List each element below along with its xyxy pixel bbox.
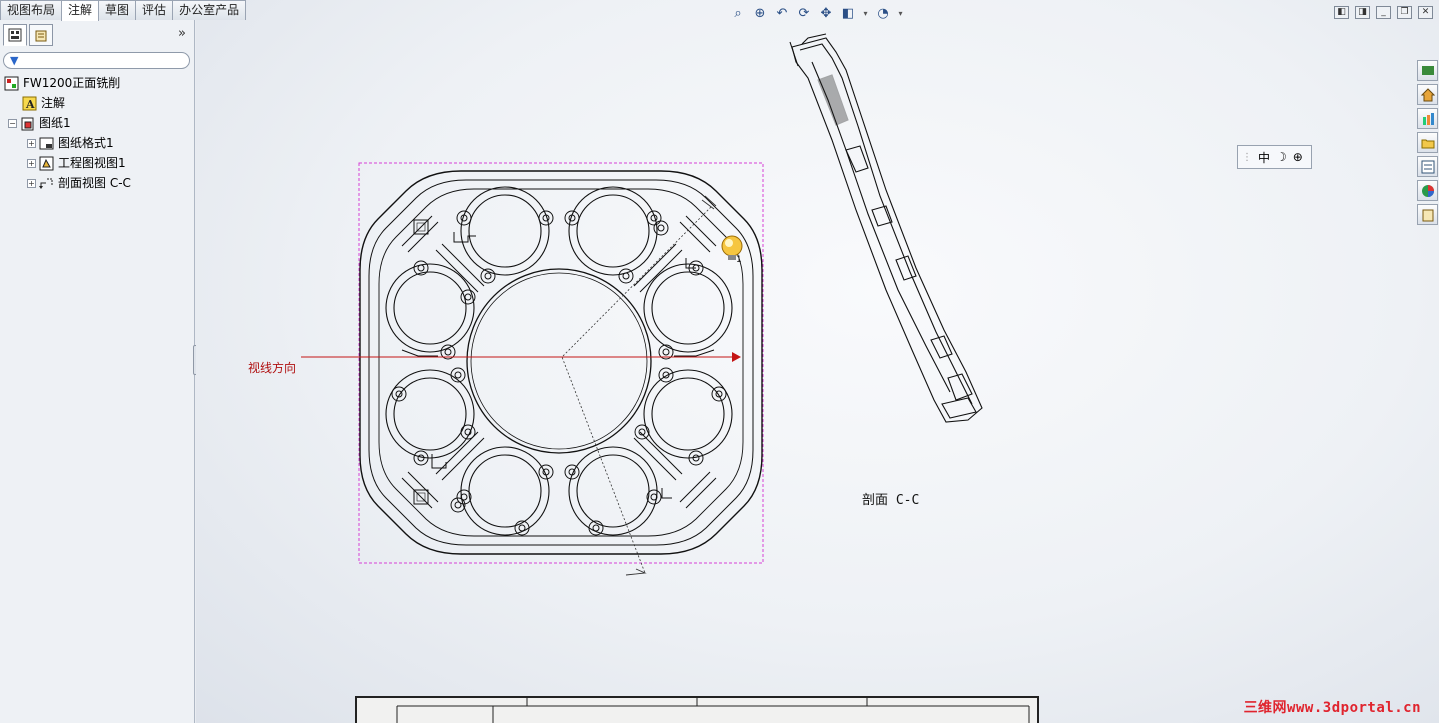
panel-tabs: »: [0, 20, 194, 50]
tree-root[interactable]: FW1200正面铣削: [0, 73, 194, 93]
feature-manager-tab[interactable]: [3, 24, 27, 46]
tab-annotation[interactable]: 注解: [61, 0, 100, 21]
tree-item-annotations[interactable]: A 注解: [0, 93, 194, 113]
expand-icon[interactable]: +: [27, 158, 36, 168]
expand-icon[interactable]: +: [27, 138, 36, 148]
sheet-format-icon: [39, 136, 54, 151]
command-manager-tabs: 视图布局 注解 草图 评估 办公室产品: [0, 0, 247, 21]
collapse-icon[interactable]: −: [8, 118, 17, 128]
tree-item-drawing-view[interactable]: + 工程图视图1: [0, 153, 194, 173]
tree-item-label: 工程图视图1: [58, 156, 126, 170]
view-direction-arrow[interactable]: [301, 352, 741, 362]
tree-item-section-view[interactable]: + 剖面视图 C-C: [0, 173, 194, 193]
title-block-lines: [396, 698, 1030, 723]
tree-item-label: 剖面视图 C-C: [58, 176, 131, 190]
tab-view-layout[interactable]: 视图布局: [0, 0, 63, 20]
lightbulb-icon[interactable]: 1: [721, 235, 743, 265]
view-direction-label: 视线方向: [248, 361, 297, 375]
tree-item-label: 图纸格式1: [58, 136, 114, 150]
tree-item-sheet-format[interactable]: + 图纸格式1: [0, 133, 194, 153]
property-manager-tab[interactable]: [29, 24, 53, 46]
section-view-c-c[interactable]: [789, 33, 983, 423]
tree-item-label: 图纸1: [39, 116, 71, 130]
title-block: [355, 696, 1039, 723]
annotation-icon: A: [22, 96, 37, 111]
tab-office-products[interactable]: 办公室产品: [172, 0, 247, 20]
section-view-icon: [39, 176, 54, 191]
front-view[interactable]: [359, 170, 763, 555]
drawing-document-icon: [4, 76, 19, 91]
tab-sketch[interactable]: 草图: [98, 0, 137, 20]
filter-icon: ▼: [10, 54, 19, 67]
feature-manager-panel: » ▼ FW1200正面铣削 A 注解 − 图纸1 + 图纸格式1 + 工程图视…: [0, 20, 195, 723]
watermark-text: 三维网www.3dportal.cn: [1243, 700, 1421, 716]
section-arrow-heads: [625, 195, 717, 576]
svg-text:A: A: [25, 98, 35, 111]
drawing-canvas[interactable]: ⌕ ⊕ ↶ ⟳ ✥ ◧ ▾ ◔ ▾ ◧ ◨ _ ❐ ✕ ⋮ 中 ☽ ⊕ 1 视线…: [196, 0, 1439, 723]
section-view-label: 剖面 C-C: [862, 493, 920, 508]
drawing-view-icon: [39, 156, 54, 171]
tree-item-label: 注解: [41, 96, 66, 110]
drawing-sheet: 1: [301, 33, 983, 576]
notes-badge: 1: [736, 255, 742, 265]
property-manager-icon: [35, 30, 47, 42]
feature-tree-icon: [8, 28, 22, 42]
tree-root-label: FW1200正面铣削: [23, 76, 121, 90]
expand-panel-button[interactable]: »: [178, 26, 186, 41]
expand-icon[interactable]: +: [27, 178, 36, 188]
sheet-icon: [20, 116, 35, 131]
tab-evaluate[interactable]: 评估: [135, 0, 174, 20]
tree-filter-input[interactable]: ▼: [3, 52, 190, 69]
feature-tree: FW1200正面铣削 A 注解 − 图纸1 + 图纸格式1 + 工程图视图1 +…: [0, 73, 194, 193]
tree-item-sheet[interactable]: − 图纸1: [0, 113, 194, 133]
